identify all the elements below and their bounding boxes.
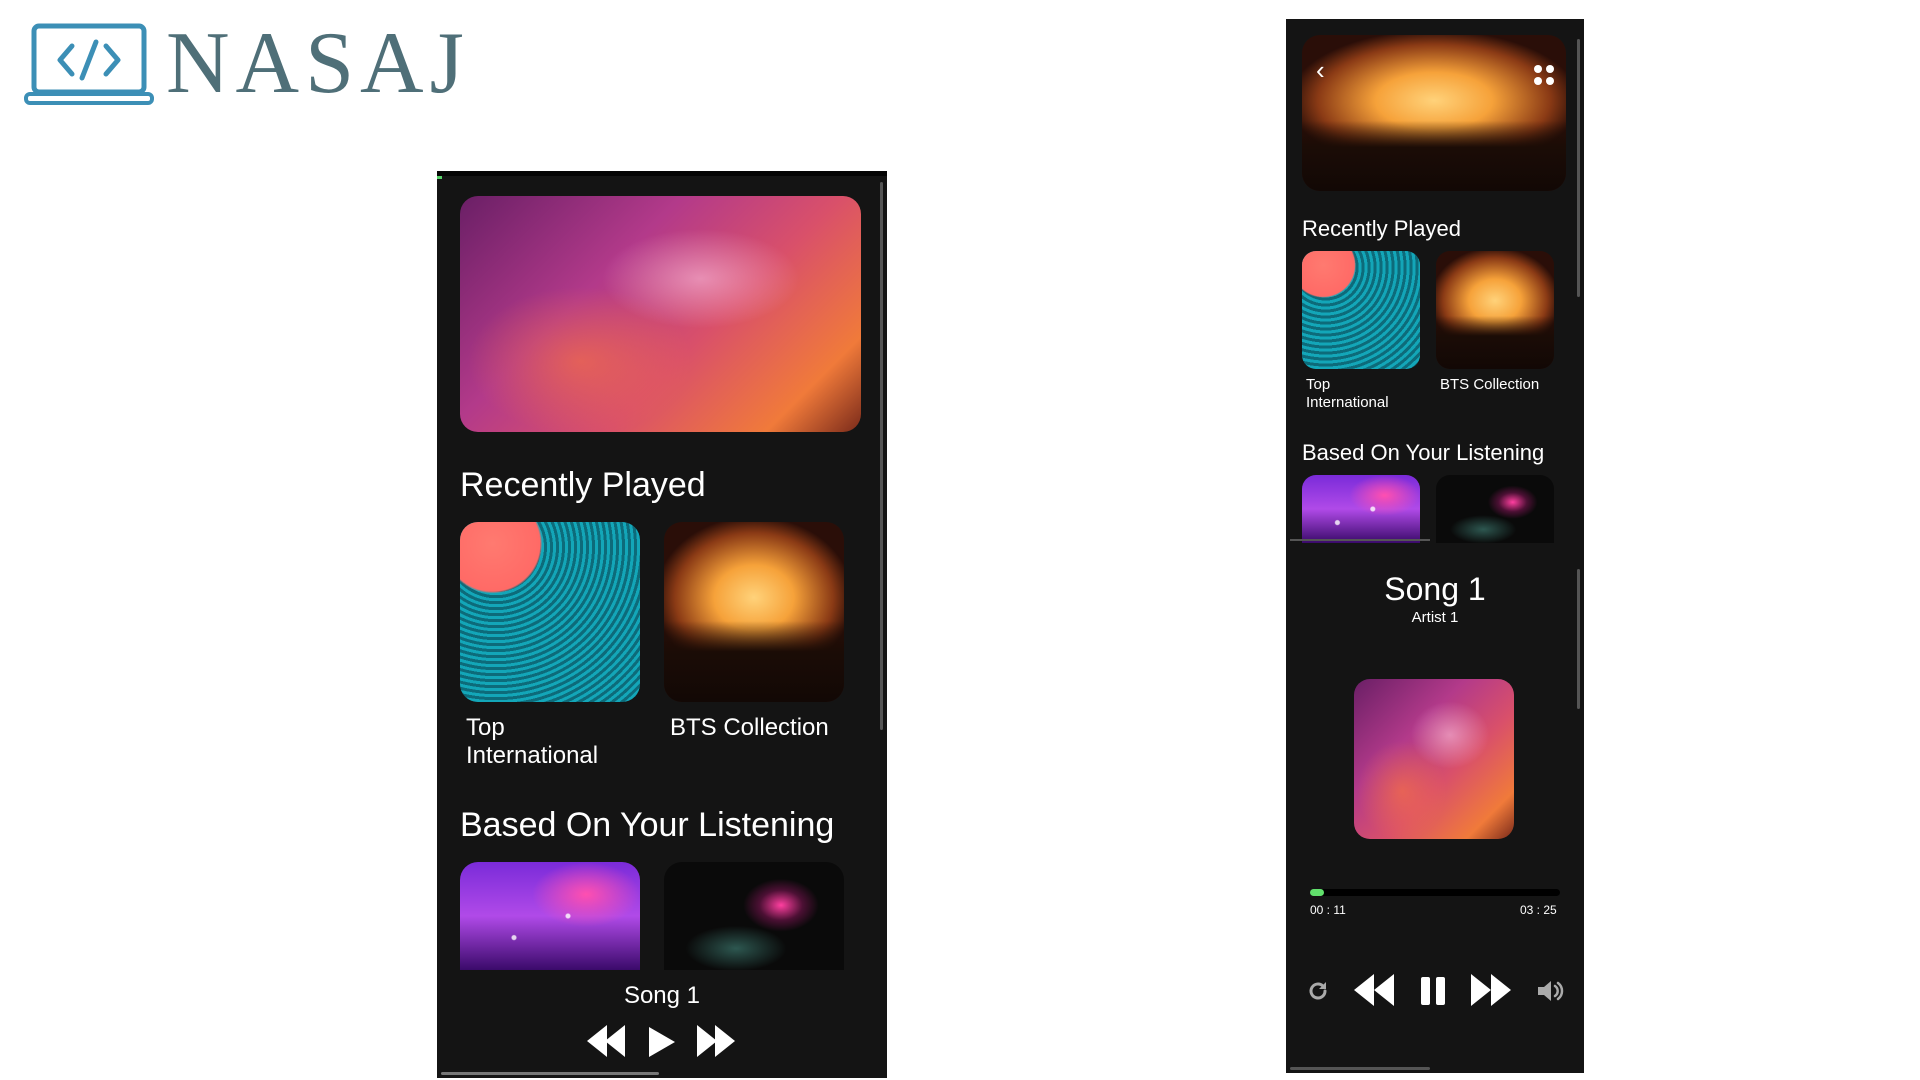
grid-dots-icon[interactable] xyxy=(1534,65,1554,85)
hero-image-concert xyxy=(1302,35,1566,191)
hero-banner[interactable]: ‹ xyxy=(1302,35,1566,191)
player-controls xyxy=(1306,971,1564,1011)
vinyl-record-image xyxy=(460,522,640,702)
vertical-scrollbar[interactable] xyxy=(1577,39,1580,297)
chevron-left-icon[interactable]: ‹ xyxy=(1316,57,1325,83)
artwork-image-guitar xyxy=(1354,679,1514,839)
hero-banner[interactable] xyxy=(460,196,861,432)
elapsed-time: 00 : 11 xyxy=(1310,903,1346,917)
brand-name: NASAJ xyxy=(166,15,470,112)
player-controls xyxy=(437,1024,887,1060)
section-divider xyxy=(1290,539,1430,541)
fireworks-image xyxy=(1302,475,1420,543)
pause-icon[interactable] xyxy=(1419,975,1447,1007)
now-playing-title: Song 1 xyxy=(1384,571,1486,607)
progress-fill xyxy=(1310,889,1324,896)
sparks-image xyxy=(1436,475,1554,543)
album-label-top-international[interactable]: Top International xyxy=(466,714,616,770)
phone-player-screen: ‹ Recently Played Top International BTS … xyxy=(1286,19,1584,1073)
fast-forward-icon[interactable] xyxy=(697,1025,737,1059)
album-card-bts-collection[interactable] xyxy=(664,522,844,702)
play-icon[interactable] xyxy=(647,1025,677,1059)
progress-bar[interactable] xyxy=(1310,889,1560,896)
total-duration: 03 : 25 xyxy=(1520,903,1557,917)
horizontal-scrollbar[interactable] xyxy=(1290,1067,1430,1070)
player-scrollbar[interactable] xyxy=(1577,569,1580,709)
phone-home-screen: Recently Played Top International BTS Co… xyxy=(437,171,887,1078)
now-playing-title: Song 1 xyxy=(623,982,701,1009)
rewind-icon[interactable] xyxy=(587,1025,627,1059)
fireworks-image xyxy=(460,862,640,970)
recently-played-title: Recently Played xyxy=(1302,216,1461,241)
now-playing-artwork xyxy=(1354,679,1514,839)
repeat-icon[interactable] xyxy=(1306,979,1330,1003)
status-indicator xyxy=(437,176,442,179)
album-card-sparks[interactable] xyxy=(1436,475,1554,543)
brand-logo: NASAJ xyxy=(24,18,464,108)
sparks-image xyxy=(664,862,844,970)
recently-played-title: Recently Played xyxy=(460,466,706,504)
based-on-listening-title: Based On Your Listening xyxy=(460,806,835,844)
based-on-listening-title: Based On Your Listening xyxy=(1302,440,1545,465)
vinyl-record-image xyxy=(1302,251,1420,369)
hero-image-guitar xyxy=(460,196,861,432)
vertical-scrollbar[interactable] xyxy=(880,182,883,730)
album-label-bts-collection[interactable]: BTS Collection xyxy=(670,714,850,742)
fast-forward-icon[interactable] xyxy=(1470,974,1513,1008)
concert-crowd-image xyxy=(1436,251,1554,369)
horizontal-scrollbar[interactable] xyxy=(441,1072,659,1075)
album-card-bts-collection[interactable] xyxy=(1436,251,1554,369)
album-label-top-international[interactable]: Top International xyxy=(1306,376,1406,412)
volume-icon[interactable] xyxy=(1536,979,1564,1003)
album-card-top-international[interactable] xyxy=(1302,251,1420,369)
laptop-code-icon xyxy=(24,23,154,105)
album-card-fireworks[interactable] xyxy=(1302,475,1420,543)
rewind-icon[interactable] xyxy=(1353,974,1396,1008)
album-card-sparks[interactable] xyxy=(664,862,844,970)
album-card-fireworks[interactable] xyxy=(460,862,640,970)
album-card-top-international[interactable] xyxy=(460,522,640,702)
concert-crowd-image xyxy=(664,522,844,702)
now-playing-artist: Artist 1 xyxy=(1411,609,1459,626)
album-label-bts-collection[interactable]: BTS Collection xyxy=(1440,376,1570,394)
